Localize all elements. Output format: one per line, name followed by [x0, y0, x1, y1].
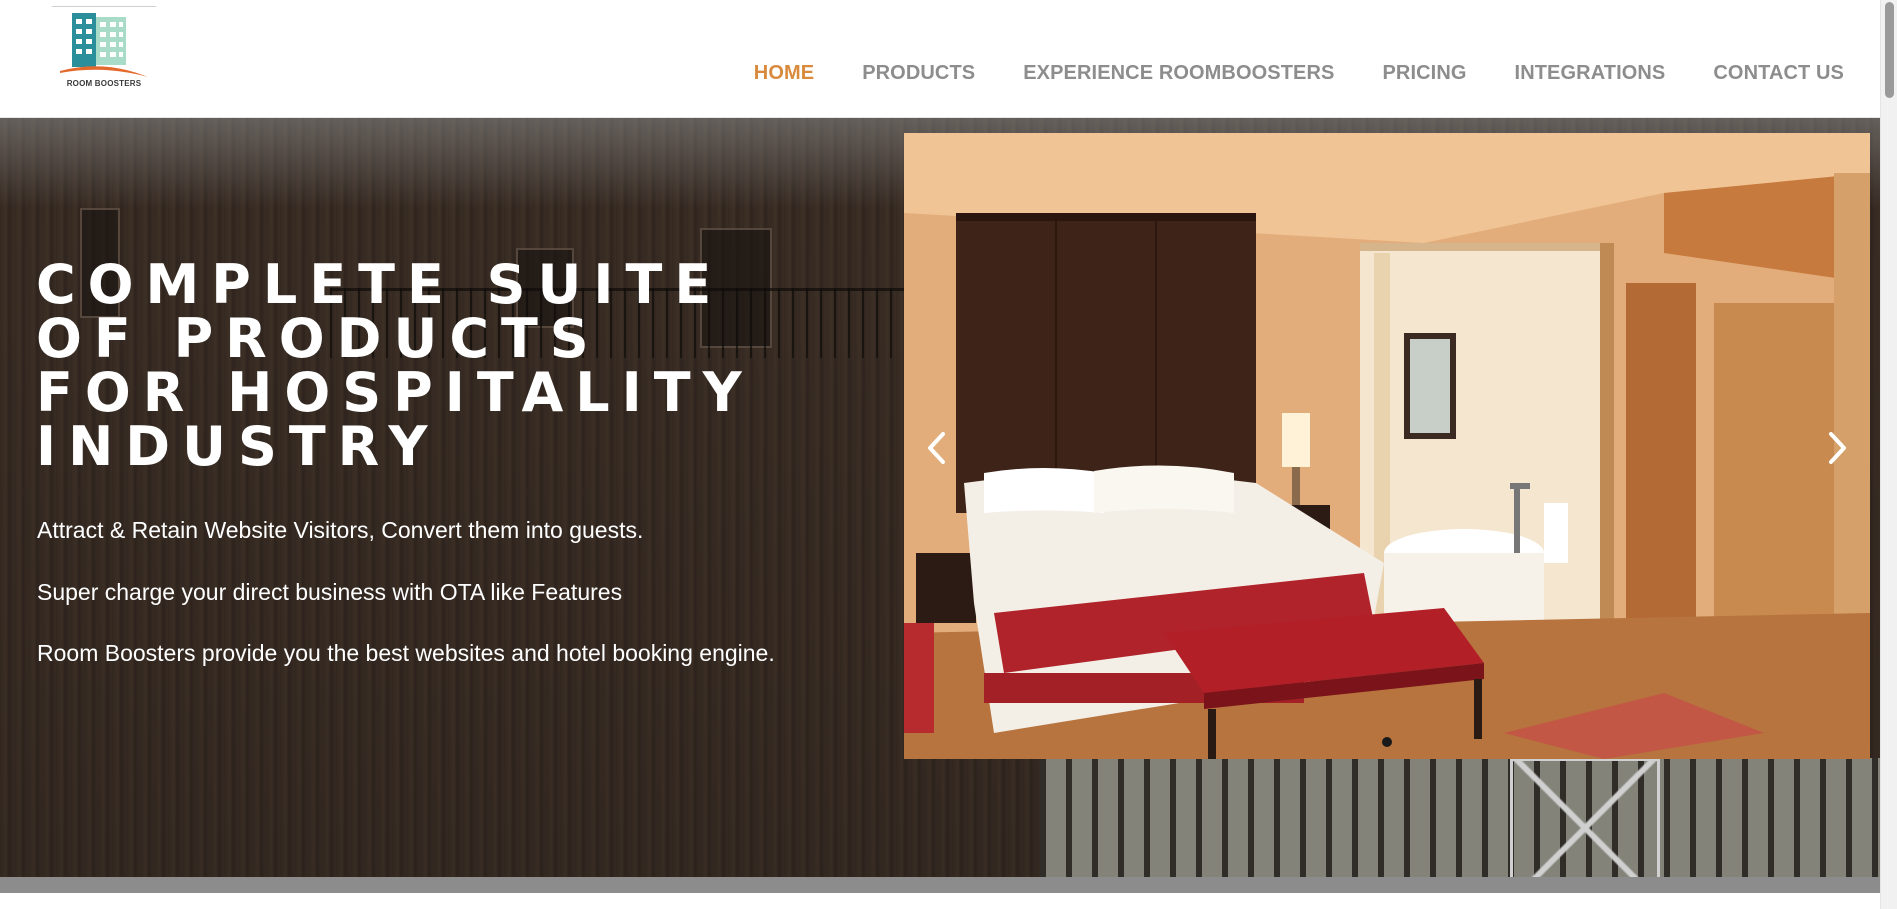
scrollbar-thumb[interactable]	[1885, 2, 1894, 98]
hero-background-frame	[1510, 758, 1660, 893]
hero-background-garden	[1040, 758, 1880, 893]
nav-item-home[interactable]: HOME	[754, 62, 814, 85]
chevron-left-icon	[928, 432, 945, 464]
nav-item-products[interactable]: PRODUCTS	[862, 62, 975, 85]
nav-item-contact-us[interactable]: CONTACT US	[1713, 62, 1844, 85]
slide-hotel-room-image	[904, 133, 1870, 759]
hero-tagline: Super charge your direct business with O…	[37, 579, 623, 605]
hero-tagline: Attract & Retain Website Visitors, Conve…	[37, 517, 644, 543]
building-logo-icon	[60, 13, 148, 77]
slider-pagination	[904, 737, 1870, 747]
room-boosters-logo[interactable]: ROOM BOOSTERS	[52, 6, 156, 92]
logo-text: ROOM BOOSTERS	[66, 79, 142, 88]
page-scrollbar[interactable]	[1880, 0, 1897, 909]
slider-prev-button[interactable]	[916, 423, 956, 473]
slider-next-button[interactable]	[1818, 423, 1858, 473]
chevron-right-icon	[1829, 432, 1846, 464]
hero-title-line: INDUSTRY	[36, 415, 440, 478]
nav-item-integrations[interactable]: INTEGRATIONS	[1515, 62, 1666, 85]
nav-item-experience-roombooster[interactable]: EXPERIENCE ROOMBOOSTERS	[1023, 62, 1334, 85]
slider-dot[interactable]	[1382, 737, 1392, 747]
nav-item-pricing[interactable]: PRICING	[1382, 62, 1466, 85]
image-slider[interactable]	[904, 133, 1870, 759]
hero-title-line: OF PRODUCTS	[36, 307, 601, 370]
hero-title-line: FOR HOSPITALITY	[36, 361, 754, 424]
hero-tagline: Room Boosters provide you the best websi…	[37, 640, 775, 666]
hero-bottom-bar	[0, 877, 1880, 893]
hero-title-line: COMPLETE SUITE	[36, 253, 724, 316]
site-header: ROOM BOOSTERS HOME PRODUCTS EXPERIENCE R…	[0, 0, 1880, 118]
hero-title: COMPLETE SUITE OF PRODUCTS FOR HOSPITALI…	[36, 258, 896, 474]
main-nav: HOME PRODUCTS EXPERIENCE ROOMBOOSTERS PR…	[754, 62, 1844, 85]
